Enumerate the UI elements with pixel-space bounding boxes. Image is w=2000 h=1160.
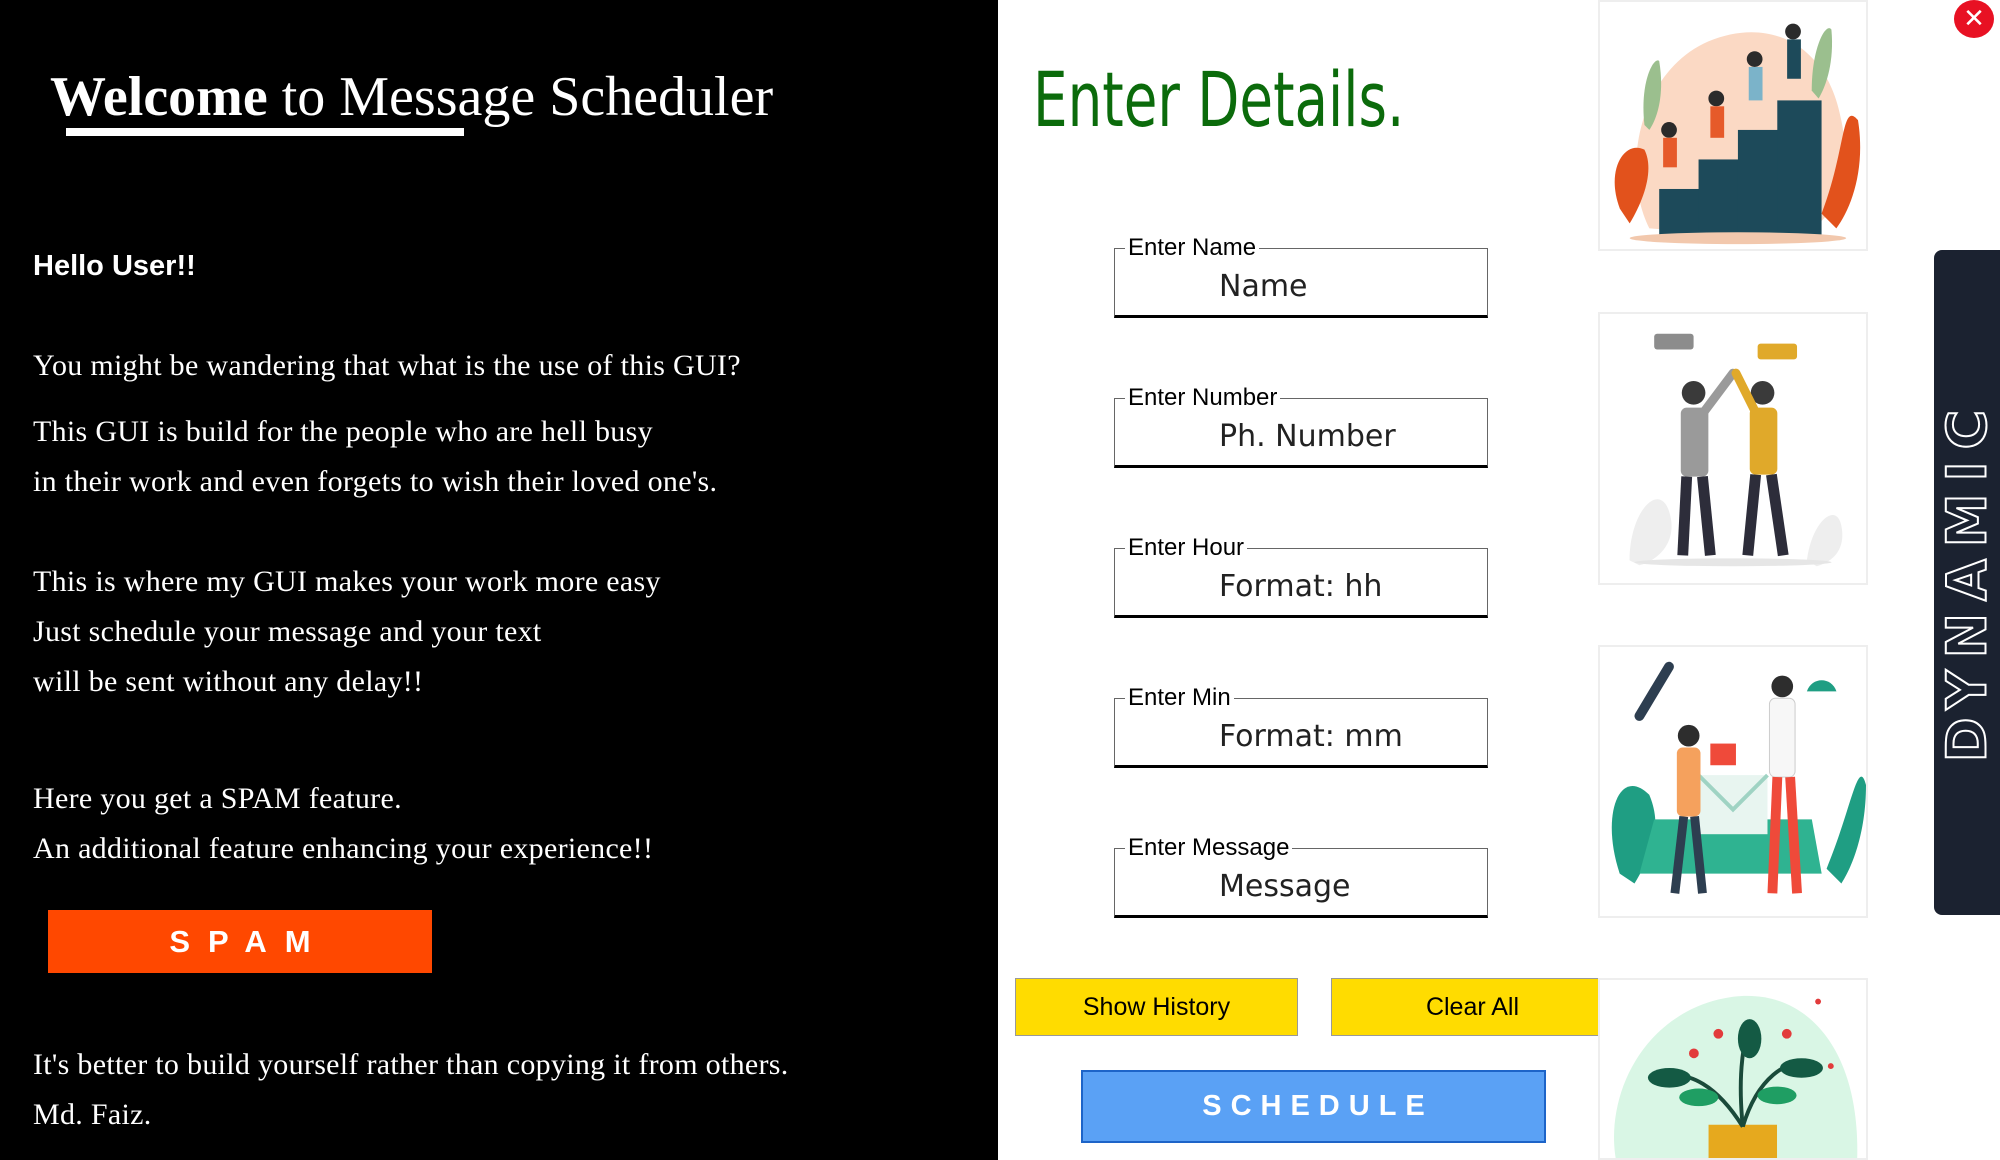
schedule-button[interactable]: SCHEDULE — [1081, 1070, 1546, 1143]
stairs-icon — [1614, 23, 1861, 245]
footer-quote: It's better to build yourself rather tha… — [33, 1048, 789, 1081]
message-field: Enter Message — [1114, 836, 1488, 918]
welcome-title-bold: Welcome — [50, 66, 268, 128]
spam-button[interactable]: SPAM — [48, 910, 432, 973]
spam-info-line: Here you get a SPAM feature. — [33, 782, 402, 815]
name-field: Enter Name — [1114, 236, 1488, 318]
intro-line: This is where my GUI makes your work mor… — [33, 565, 661, 598]
spam-info-line: An additional feature enhancing your exp… — [33, 832, 654, 865]
form-heading: Enter Details. — [1033, 55, 1405, 144]
minute-input[interactable] — [1115, 717, 1487, 757]
number-field-label: Enter Number — [1128, 384, 1278, 411]
hour-input[interactable] — [1115, 567, 1487, 607]
dynamic-banner-text: DYNAMIC — [1935, 397, 2000, 763]
team-climbing-stairs-illustration — [1598, 0, 1868, 251]
intro-line: will be sent without any delay!! — [33, 665, 424, 698]
welcome-title: Welcome to Message Scheduler — [50, 62, 773, 132]
info-panel: Welcome to Message Scheduler Hello User!… — [0, 0, 998, 1160]
high-five-illustration — [1598, 312, 1868, 585]
minute-field: Enter Min — [1114, 686, 1488, 768]
hour-field-label: Enter Hour — [1128, 534, 1245, 561]
dynamic-banner: DYNAMIC — [1934, 250, 2000, 915]
welcome-title-rest: to Message Scheduler — [267, 66, 774, 128]
potted-plant-illustration — [1598, 978, 1868, 1160]
show-history-button[interactable]: Show History — [1015, 978, 1298, 1036]
intro-line: Just schedule your message and your text — [33, 615, 542, 648]
number-field: Enter Number — [1114, 386, 1488, 468]
greeting-text: Hello User!! — [33, 250, 196, 282]
intro-line: in their work and even forgets to wish t… — [33, 465, 718, 498]
hour-field: Enter Hour — [1114, 536, 1488, 618]
envelope-icon — [1611, 661, 1866, 894]
message-field-label: Enter Message — [1128, 834, 1290, 861]
minute-field-label: Enter Min — [1128, 684, 1231, 711]
close-icon[interactable]: ✕ — [1954, 0, 1994, 38]
plant-icon — [1614, 995, 1858, 1158]
high-five-icon — [1629, 333, 1843, 567]
intro-line: You might be wandering that what is the … — [33, 349, 741, 382]
intro-line: This GUI is build for the people who are… — [33, 415, 653, 448]
name-input[interactable] — [1115, 267, 1487, 307]
name-field-label: Enter Name — [1128, 234, 1257, 261]
celebrating-envelope-illustration — [1598, 645, 1868, 918]
number-input[interactable] — [1115, 417, 1487, 457]
message-input[interactable] — [1115, 867, 1487, 907]
author-signature: Md. Faiz. — [33, 1098, 152, 1131]
clear-all-button[interactable]: Clear All — [1331, 978, 1614, 1036]
title-underline — [66, 128, 464, 136]
